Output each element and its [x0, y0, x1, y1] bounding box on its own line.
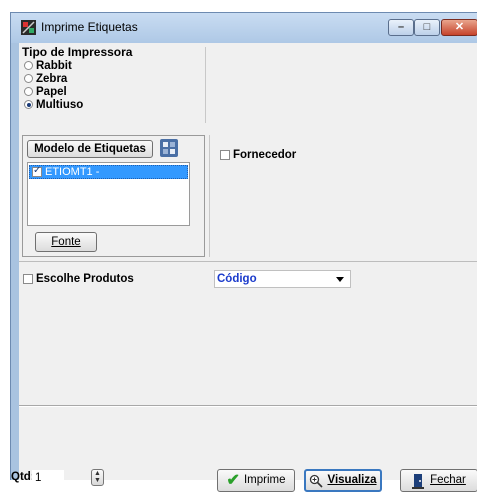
list-item-checkbox[interactable]: [32, 165, 42, 177]
app-icon: [21, 20, 36, 35]
checkmark-icon: ✔: [226, 472, 240, 489]
title-bar[interactable]: Imprime Etiquetas – □ ✕: [11, 13, 477, 43]
label-models-button[interactable]: Modelo de Etiquetas: [27, 140, 153, 158]
choose-products-row[interactable]: Escolhe Produtos: [23, 273, 134, 285]
radio-papel-label: Papel: [36, 85, 67, 98]
divider: [19, 261, 477, 262]
divider: [205, 47, 206, 123]
quantity-spinner[interactable]: ▲ ▼: [91, 469, 104, 486]
choose-products-checkbox[interactable]: [23, 274, 33, 284]
radio-multiuso-circle[interactable]: [24, 100, 33, 109]
label-designer-icon[interactable]: [159, 138, 179, 158]
font-button[interactable]: Fonte: [35, 232, 97, 252]
minimize-button[interactable]: –: [388, 19, 414, 36]
radio-zebra[interactable]: Zebra: [24, 72, 67, 85]
quantity-input[interactable]: 1: [32, 470, 64, 486]
close-button[interactable]: ✕: [441, 19, 477, 36]
minimize-icon: –: [397, 21, 405, 33]
supplier-panel: Fornecedor: [209, 135, 477, 257]
sort-by-select[interactable]: Código: [214, 270, 351, 288]
radio-rabbit[interactable]: Rabbit: [24, 59, 72, 72]
close-dialog-label: Fechar: [430, 474, 466, 486]
printer-type-title: Tipo de Impressora: [22, 45, 133, 59]
window-title: Imprime Etiquetas: [41, 20, 138, 34]
supplier-checkbox-row[interactable]: Fornecedor: [220, 149, 296, 161]
radio-multiuso[interactable]: Multiuso: [24, 98, 83, 111]
sort-by-value: Código: [217, 273, 257, 285]
radio-zebra-label: Zebra: [36, 72, 68, 85]
exit-door-icon: [412, 473, 425, 489]
preview-button[interactable]: Visualiza: [304, 469, 382, 492]
print-button[interactable]: ✔ Imprime: [217, 469, 295, 492]
list-item-label: ETIOMT1 -: [45, 166, 100, 178]
spin-up-icon[interactable]: ▲: [92, 470, 103, 477]
divider: [19, 406, 477, 407]
maximize-button[interactable]: □: [414, 19, 440, 36]
maximize-icon: □: [423, 21, 431, 33]
radio-zebra-circle[interactable]: [24, 74, 33, 83]
preview-button-label: Visualiza: [327, 474, 377, 486]
printer-type-group: Tipo de Impressora Rabbit Zebra Papel Mu…: [22, 45, 202, 121]
spin-down-icon[interactable]: ▼: [92, 477, 103, 484]
radio-multiuso-label: Multiuso: [36, 98, 84, 111]
list-item[interactable]: ETIOMT1 -: [29, 165, 188, 179]
choose-products-label: Escolhe Produtos: [36, 273, 134, 285]
radio-papel-circle[interactable]: [24, 87, 33, 96]
dialog-client-area: Tipo de Impressora Rabbit Zebra Papel Mu…: [11, 43, 477, 492]
chevron-down-icon: [336, 277, 344, 282]
app-window: Imprime Etiquetas – □ ✕ Tipo de Impresso…: [10, 12, 477, 492]
font-button-label: Fonte: [51, 236, 81, 248]
print-button-label: Imprime: [243, 474, 286, 486]
radio-rabbit-circle[interactable]: [24, 61, 33, 70]
radio-papel[interactable]: Papel: [24, 85, 67, 98]
label-models-panel: Modelo de Etiquetas ETIOMT1 - Fonte: [22, 135, 205, 257]
supplier-checkbox[interactable]: [220, 150, 230, 160]
supplier-label: Fornecedor: [233, 149, 297, 161]
label-models-list[interactable]: ETIOMT1 -: [27, 162, 190, 226]
close-dialog-button[interactable]: Fechar: [400, 469, 477, 492]
magnifier-icon: [310, 474, 324, 488]
close-icon: ✕: [454, 21, 465, 33]
radio-rabbit-label: Rabbit: [36, 59, 72, 72]
